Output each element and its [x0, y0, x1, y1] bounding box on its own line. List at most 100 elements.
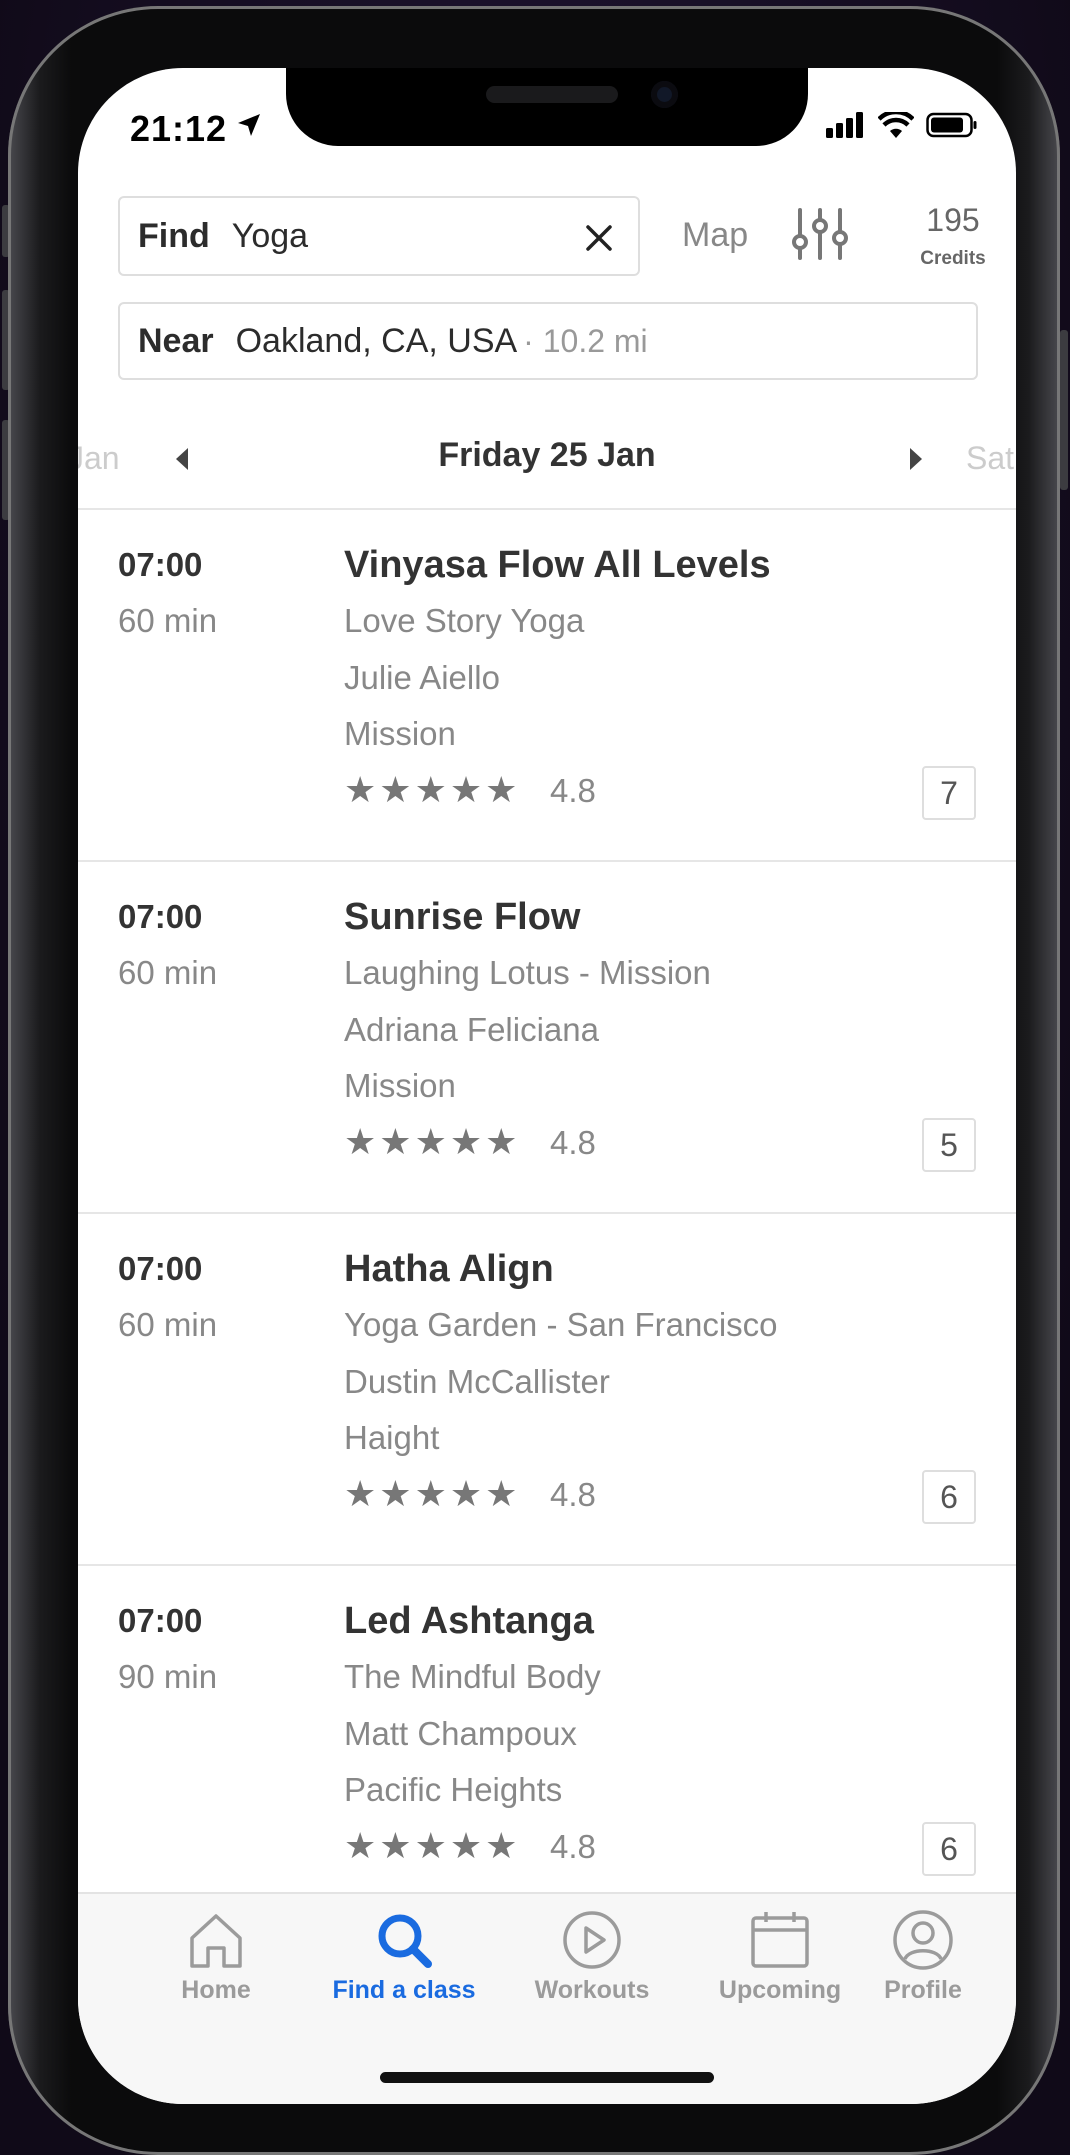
current-date: Friday 25 Jan: [438, 436, 656, 474]
class-spots-badge: 7: [922, 766, 976, 820]
star-icon: ★: [414, 769, 447, 810]
front-camera: [651, 81, 678, 108]
class-spots-badge: 6: [922, 1470, 976, 1524]
near-label: Near: [138, 321, 214, 360]
class-instructor: Dustin McCallister: [344, 1363, 610, 1400]
class-neighborhood: Mission: [344, 1067, 456, 1104]
speaker: [486, 86, 618, 103]
class-instructor: Matt Champoux: [344, 1715, 577, 1752]
class-spots-badge: 6: [922, 1822, 976, 1876]
class-rating: 4.8: [550, 1124, 596, 1161]
star-icon: ★: [344, 1825, 377, 1866]
search-icon: [378, 1914, 432, 1968]
star-icon: ★: [379, 1825, 412, 1866]
star-icon: ★: [379, 1121, 412, 1162]
location-arrow-icon: [238, 114, 260, 136]
class-list: 07:00 60 min Vinyasa Flow All Levels Lov…: [78, 508, 1016, 1918]
power-button: [1060, 330, 1068, 490]
find-label: Find: [138, 216, 210, 255]
search-query[interactable]: Yoga: [232, 217, 308, 256]
class-studio: Yoga Garden - San Francisco: [344, 1306, 778, 1343]
class-rating: 4.8: [550, 1828, 596, 1865]
location-input[interactable]: Near Oakland, CA, USA · 10.2 mi: [118, 302, 978, 380]
cellular-signal-icon: [826, 112, 863, 138]
star-icon: ★: [485, 1825, 518, 1866]
star-rating: ★ ★ ★ ★ ★: [344, 772, 517, 808]
star-rating: ★ ★ ★ ★ ★: [344, 1476, 517, 1512]
class-time: 07:00: [118, 546, 203, 583]
star-icon: ★: [414, 1825, 447, 1866]
map-button[interactable]: Map: [682, 216, 748, 255]
close-icon[interactable]: [582, 221, 616, 255]
star-icon: ★: [449, 1825, 483, 1866]
class-neighborhood: Mission: [344, 715, 456, 752]
class-title: Led Ashtanga: [344, 1600, 594, 1642]
star-icon: ★: [485, 769, 518, 810]
star-icon: ★: [414, 1121, 447, 1162]
star-icon: ★: [449, 1121, 483, 1162]
status-time: 21:12: [130, 108, 228, 149]
next-date-label[interactable]: Sat: [966, 440, 1014, 477]
tab-home[interactable]: Home: [122, 1908, 310, 2005]
wifi-icon: [878, 112, 914, 138]
tab-label: Upcoming: [718, 1976, 842, 2004]
tab-workouts[interactable]: Workouts: [498, 1908, 686, 2005]
class-row[interactable]: 07:00 90 min Led Ashtanga The Mindful Bo…: [78, 1566, 1016, 1918]
class-studio: Laughing Lotus - Mission: [344, 954, 711, 991]
class-duration: 60 min: [118, 1306, 218, 1343]
star-rating: ★ ★ ★ ★ ★: [344, 1124, 517, 1160]
filter-sliders-icon[interactable]: [790, 208, 850, 260]
class-title: Sunrise Flow: [344, 896, 581, 938]
credits-count[interactable]: 195: [908, 202, 998, 239]
class-time: 07:00: [118, 898, 203, 935]
calendar-icon: [751, 1912, 809, 1968]
home-indicator[interactable]: [380, 2072, 714, 2083]
class-rating: 4.8: [550, 1476, 596, 1513]
location-value[interactable]: Oakland, CA, USA: [236, 322, 518, 361]
class-neighborhood: Haight: [344, 1419, 440, 1456]
caret-right-icon[interactable]: [906, 446, 926, 472]
tab-upcoming[interactable]: Upcoming: [686, 1908, 874, 2005]
status-icons: [826, 112, 978, 138]
tab-profile[interactable]: Profile: [854, 1908, 992, 2005]
star-icon: ★: [344, 1121, 377, 1162]
star-icon: ★: [344, 769, 377, 810]
profile-icon: [893, 1910, 953, 1970]
star-icon: ★: [485, 1121, 518, 1162]
star-icon: ★: [449, 1473, 483, 1514]
class-studio: The Mindful Body: [344, 1658, 601, 1695]
search-input[interactable]: Find Yoga: [118, 196, 640, 276]
phone-body: 21:12 Find Yoga Map 195 Credits Near Oak…: [8, 6, 1060, 2155]
credits-label[interactable]: Credits: [900, 248, 1006, 270]
class-studio: Love Story Yoga: [344, 602, 585, 639]
location-distance: · 10.2 mi: [523, 322, 648, 359]
class-instructor: Julie Aiello: [344, 659, 500, 696]
class-neighborhood: Pacific Heights: [344, 1771, 563, 1808]
class-duration: 90 min: [118, 1658, 218, 1695]
star-rating: ★ ★ ★ ★ ★: [344, 1828, 517, 1864]
notch: [286, 68, 808, 146]
screen: 21:12 Find Yoga Map 195 Credits Near Oak…: [78, 68, 1016, 2104]
home-icon: [190, 1914, 242, 1968]
class-instructor: Adriana Feliciana: [344, 1011, 599, 1048]
class-row[interactable]: 07:00 60 min Vinyasa Flow All Levels Lov…: [78, 510, 1016, 862]
star-icon: ★: [414, 1473, 447, 1514]
tab-label: Find a class: [332, 1976, 476, 2004]
class-time: 07:00: [118, 1602, 203, 1639]
tab-label: Profile: [884, 1976, 962, 2004]
tab-label: Home: [181, 1976, 251, 2004]
star-icon: ★: [485, 1473, 518, 1514]
battery-icon: [926, 112, 977, 138]
class-spots-badge: 5: [922, 1118, 976, 1172]
class-duration: 60 min: [118, 602, 218, 639]
class-row[interactable]: 07:00 60 min Sunrise Flow Laughing Lotus…: [78, 862, 1016, 1214]
tab-find-a-class[interactable]: Find a class: [310, 1908, 498, 2005]
star-icon: ★: [449, 769, 483, 810]
class-time: 07:00: [118, 1250, 203, 1287]
class-row[interactable]: 07:00 60 min Hatha Align Yoga Garden - S…: [78, 1214, 1016, 1566]
class-duration: 60 min: [118, 954, 218, 991]
play-icon: [563, 1911, 621, 1969]
device-frame: 21:12 Find Yoga Map 195 Credits Near Oak…: [0, 0, 1070, 2155]
class-rating: 4.8: [550, 772, 596, 809]
star-icon: ★: [379, 769, 412, 810]
